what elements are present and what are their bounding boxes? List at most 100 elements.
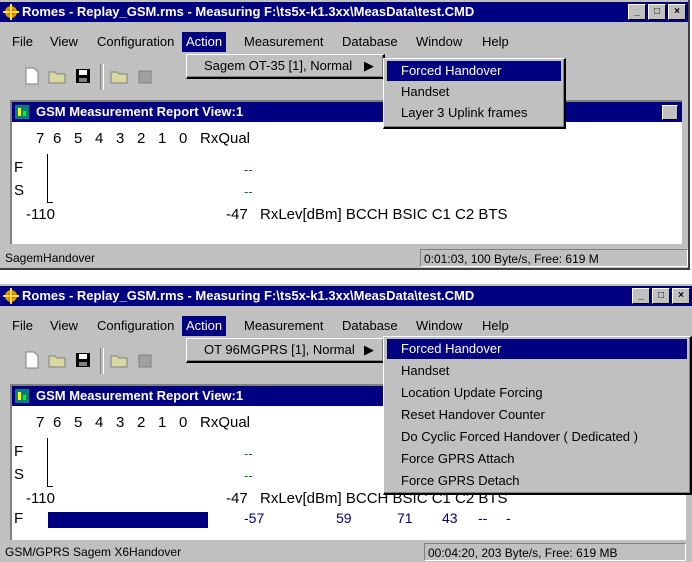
menu-bar: File View Configuration Action Measureme… (0, 32, 688, 52)
child-title-bar[interactable]: GSM Measurement Report View:1 (12, 102, 682, 122)
status-bar: SagemHandover 0:01:03, 100 Byte/s, Free:… (2, 248, 688, 268)
open-folder-icon[interactable] (108, 350, 130, 370)
save-icon[interactable] (72, 66, 94, 86)
menu-help[interactable]: Help (478, 32, 513, 52)
menu-view[interactable]: View (46, 316, 82, 336)
status-right: 00:04:20, 203 Byte/s, Free: 619 MB (424, 543, 686, 561)
submenu-arrow-icon: ▶ (364, 342, 374, 357)
scale-num: 3 (116, 414, 125, 431)
open-folder-icon[interactable] (108, 66, 130, 86)
f-value: -- (244, 162, 253, 177)
row-f-label: F (14, 510, 24, 527)
maximize-button[interactable]: □ (652, 288, 670, 304)
menu-view[interactable]: View (46, 32, 82, 52)
device-actions-menu: Forced Handover Handset Location Update … (383, 336, 692, 495)
measurement-report-view: GSM Measurement Report View:1 7 6 5 4 3 2 1 0 Rx… (10, 100, 682, 244)
status-bar: GSM/GPRS Sagem X6Handover 00:04:20, 203 … (2, 542, 690, 562)
row-bts: - (506, 510, 511, 526)
menu-item-forced-handover[interactable]: Forced Handover (387, 61, 561, 81)
scale-num: 4 (95, 414, 104, 431)
scale-num: 6 (53, 130, 62, 147)
open-folder-icon[interactable] (46, 66, 68, 86)
menu-item-location-update[interactable]: Location Update Forcing (387, 383, 687, 403)
menu-bar: File View Configuration Action Measureme… (0, 316, 692, 336)
maximize-button[interactable]: □ (648, 4, 666, 20)
device-menu-item[interactable]: OT 96MGPRS [1], Normal ▶ (190, 340, 380, 360)
toolbar-separator (100, 64, 104, 90)
menu-item-handset[interactable]: Handset (387, 82, 561, 102)
row-bsic: 71 (397, 510, 413, 526)
status-right: 0:01:03, 100 Byte/s, Free: 619 M (420, 249, 688, 267)
romes-window-1: Romes - Replay_GSM.rms - Measuring F:\ts… (0, 0, 690, 270)
rxlev-max: -47 (226, 206, 248, 223)
menu-window[interactable]: Window (412, 32, 466, 52)
title-bar[interactable]: Romes - Replay_GSM.rms - Measuring F:\ts… (0, 2, 688, 22)
menu-configuration[interactable]: Configuration (93, 32, 178, 52)
minimize-button[interactable]: _ (632, 288, 650, 304)
axis-foot (47, 202, 53, 203)
save-all-icon[interactable] (134, 350, 156, 370)
menu-item-reset-handover-counter[interactable]: Reset Handover Counter (387, 405, 687, 425)
f-label: F (14, 159, 24, 176)
scale-num: 7 (36, 130, 45, 147)
menu-measurement[interactable]: Measurement (240, 316, 327, 336)
window-title: Romes - Replay_GSM.rms - Measuring F:\ts… (22, 288, 475, 303)
device-menu-item[interactable]: Sagem OT-35 [1], Normal ▶ (190, 56, 380, 76)
menu-database[interactable]: Database (338, 32, 402, 52)
status-left: GSM/GPRS Sagem X6Handover (5, 545, 182, 559)
menu-item-gprs-detach[interactable]: Force GPRS Detach (387, 471, 687, 491)
device-actions-menu: Forced Handover Handset Layer 3 Uplink f… (383, 58, 566, 129)
menu-measurement[interactable]: Measurement (240, 32, 327, 52)
column-headers: RxLev[dBm] BCCH BSIC C1 C2 BTS (260, 206, 508, 223)
new-file-icon[interactable] (20, 350, 42, 370)
scale-num: 5 (74, 414, 83, 431)
app-icon (3, 4, 19, 20)
menu-item-layer3-uplink[interactable]: Layer 3 Uplink frames (387, 103, 561, 123)
toolbar-separator (100, 348, 104, 374)
romes-window-2: Romes - Replay_GSM.rms - Measuring F:\ts… (0, 284, 692, 562)
rxqual-label: RxQual (200, 130, 251, 147)
scale-num: 5 (74, 130, 83, 147)
row-c2: -- (478, 510, 488, 526)
menu-action[interactable]: Action (182, 316, 227, 336)
scale-num: 3 (116, 130, 125, 147)
close-button[interactable]: × (668, 4, 686, 20)
menu-action[interactable]: Action (182, 32, 227, 52)
title-bar[interactable]: Romes - Replay_GSM.rms - Measuring F:\ts… (0, 286, 692, 306)
minimize-button[interactable]: _ (628, 4, 646, 20)
save-all-icon[interactable] (134, 66, 156, 86)
row-c1: 43 (442, 510, 458, 526)
save-icon[interactable] (72, 350, 94, 370)
scale-num: 7 (36, 414, 45, 431)
menu-item-cyclic-forced-handover[interactable]: Do Cyclic Forced Handover ( Dedicated ) (387, 427, 687, 447)
menu-item-forced-handover[interactable]: Forced Handover (387, 339, 687, 359)
child-minimize-button[interactable] (662, 105, 678, 120)
menu-help[interactable]: Help (478, 316, 513, 336)
new-file-icon[interactable] (20, 66, 42, 86)
submenu-arrow-icon: ▶ (364, 58, 374, 73)
menu-configuration[interactable]: Configuration (93, 316, 178, 336)
close-button[interactable]: × (672, 288, 690, 304)
scale-num: 2 (137, 130, 146, 147)
menu-file[interactable]: File (8, 316, 37, 336)
scale-num: 0 (179, 414, 188, 431)
child-title: GSM Measurement Report View:1 (36, 388, 244, 403)
menu-database[interactable]: Database (338, 316, 402, 336)
s-value: -- (244, 468, 253, 483)
rxqual-label: RxQual (200, 414, 251, 431)
axis-line (47, 438, 48, 486)
app-icon (3, 288, 19, 304)
menu-item-gprs-attach[interactable]: Force GPRS Attach (387, 449, 687, 469)
caption-buttons: _ □ × (628, 4, 686, 20)
open-folder-icon[interactable] (46, 350, 68, 370)
scale-num: 4 (95, 130, 104, 147)
menu-window[interactable]: Window (412, 316, 466, 336)
menu-item-handset[interactable]: Handset (387, 361, 687, 381)
action-submenu: OT 96MGPRS [1], Normal ▶ (186, 338, 385, 363)
device-menu-label: Sagem OT-35 [1], Normal (204, 58, 353, 73)
child-title: GSM Measurement Report View:1 (36, 104, 244, 119)
rxlev-min: -110 (26, 206, 55, 223)
scale-num: 1 (158, 130, 167, 147)
menu-file[interactable]: File (8, 32, 37, 52)
caption-buttons: _ □ × (632, 288, 690, 304)
